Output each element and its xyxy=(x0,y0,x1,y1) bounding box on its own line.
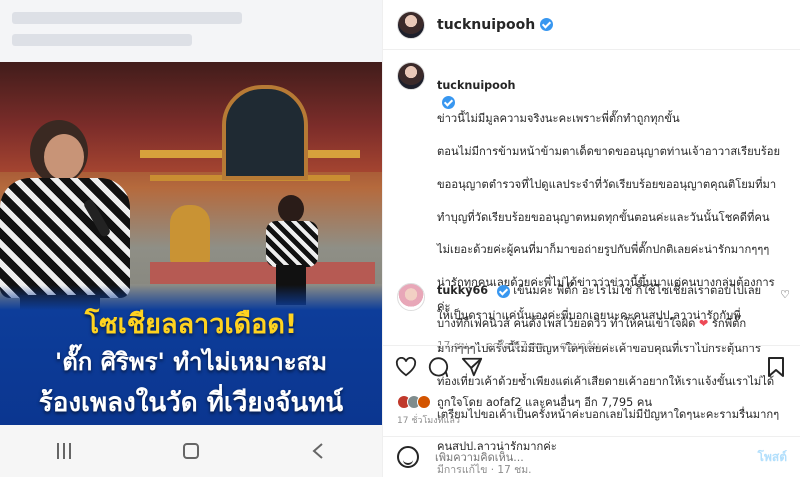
blurred-text xyxy=(12,34,192,46)
blurred-text xyxy=(12,12,242,24)
caption-line-2: ขออนุญาตตำรวจที่ไปดูแลประจำที่วัดเรียบร้… xyxy=(437,177,777,191)
home-icon xyxy=(182,443,199,459)
save-button[interactable] xyxy=(765,356,787,378)
likes-summary: ถูกใจโดย aofaf2 และคนอื่นๆ อีก 7,795 คน xyxy=(397,393,652,411)
paper-plane-icon xyxy=(461,357,483,377)
back-chevron-icon xyxy=(312,443,323,459)
comment-body: tukky66 เข็นมค่ะ พี่ตั๊ก อะไรไม่ใช่ ก็ใช… xyxy=(437,283,767,355)
heart-icon xyxy=(395,357,417,377)
temple-gate xyxy=(222,85,308,180)
caption-author-avatar[interactable] xyxy=(397,62,425,90)
post-date: 17 ชั่วโมงที่แล้ว xyxy=(397,416,460,426)
comment-box: โพสต์ xyxy=(383,436,800,477)
red-heart-emoji-icon: ❤ xyxy=(698,316,709,330)
liker-avatar xyxy=(417,395,431,409)
recent-apps-button[interactable] xyxy=(44,436,84,466)
singer-face xyxy=(44,134,84,180)
caption-username[interactable]: tucknuipooh xyxy=(437,79,516,92)
page: โซเชียลลาวเดือด! 'ตั๊ก ศิริพร' ทำไม่เหมา… xyxy=(0,0,800,477)
comment-bubble-icon xyxy=(428,357,449,378)
share-button[interactable] xyxy=(461,356,483,378)
post-action-bar xyxy=(383,345,800,385)
likes-count[interactable]: ถูกใจโดย aofaf2 และคนอื่นๆ อีก 7,795 คน xyxy=(437,393,652,411)
shared-video-screenshot: โซเชียลลาวเดือด! 'ตั๊ก ศิริพร' ทำไม่เหมา… xyxy=(0,0,382,477)
recent-apps-icon xyxy=(56,443,71,459)
comment-item: tukky66 เข็นมค่ะ พี่ตั๊ก อะไรไม่ใช่ ก็ใช… xyxy=(397,283,767,355)
commenter-username[interactable]: tukky66 xyxy=(437,284,488,297)
video-caption-line-3: ร้องเพลงในวัด ที่เวียงจันทน์ xyxy=(38,388,344,418)
author-username[interactable]: tucknuipooh xyxy=(437,17,535,33)
person-jacket xyxy=(266,221,318,267)
caption-line-4: ไม่เยอะด้วยค่ะผู้คนที่มาก็มาขอถ่ายรูปกับ… xyxy=(437,243,770,257)
home-button[interactable] xyxy=(171,436,211,466)
android-nav-bar xyxy=(0,425,382,477)
singer-jacket xyxy=(0,178,130,298)
caption-line-3: ทำบุญที่วัดเรียบร้อยขออนุญาตหมดทุกขั้นตอ… xyxy=(437,210,770,224)
video-caption-line-1: โซเชียลลาวเดือด! xyxy=(84,309,298,340)
verified-badge-icon xyxy=(442,96,455,110)
comment-line-2: รักพี่ตั๊ก xyxy=(711,316,747,330)
video-caption-line-2: 'ตั๊ก ศิริพร' ทำไม่เหมาะสม xyxy=(54,348,328,376)
comment-button[interactable] xyxy=(427,356,449,378)
commenter-avatar[interactable] xyxy=(397,283,425,311)
verified-badge-icon xyxy=(540,18,554,31)
like-button[interactable] xyxy=(395,356,417,378)
caption-body: tucknuipooh ข่าวนี้ไม่มีมูลความจริงนะคะเ… xyxy=(437,62,781,477)
comment-like-heart-icon[interactable]: ♡ xyxy=(780,288,790,301)
person-head xyxy=(278,195,304,223)
caption-line-1: ตอนไม่มีการข้ามหน้าข้ามตาเด็ดขาดขออนุญาต… xyxy=(437,145,781,159)
verified-badge-icon xyxy=(496,284,510,298)
post-header: tucknuipooh xyxy=(383,0,800,50)
golden-statue xyxy=(170,205,210,265)
post-comment-button[interactable]: โพสต์ xyxy=(758,448,787,467)
instagram-post-panel: tucknuipooh tucknuipooh ข่าวนี้ไม่มีมูลค… xyxy=(382,0,800,477)
comment-line-1: บางทีก็เฟคนิวส์ คนตั้งโพสไว้ยอดวิว ทำให้… xyxy=(437,316,696,330)
comment-input[interactable] xyxy=(435,450,758,464)
emoji-icon[interactable] xyxy=(397,446,419,468)
author-avatar[interactable] xyxy=(397,10,425,39)
bookmark-icon xyxy=(768,357,784,377)
blurred-header xyxy=(0,0,382,62)
back-button[interactable] xyxy=(298,436,338,466)
caption-line-0: ข่าวนี้ไม่มีมูลความจริงนะคะเพราะพี่ตั๊กท… xyxy=(437,112,680,126)
